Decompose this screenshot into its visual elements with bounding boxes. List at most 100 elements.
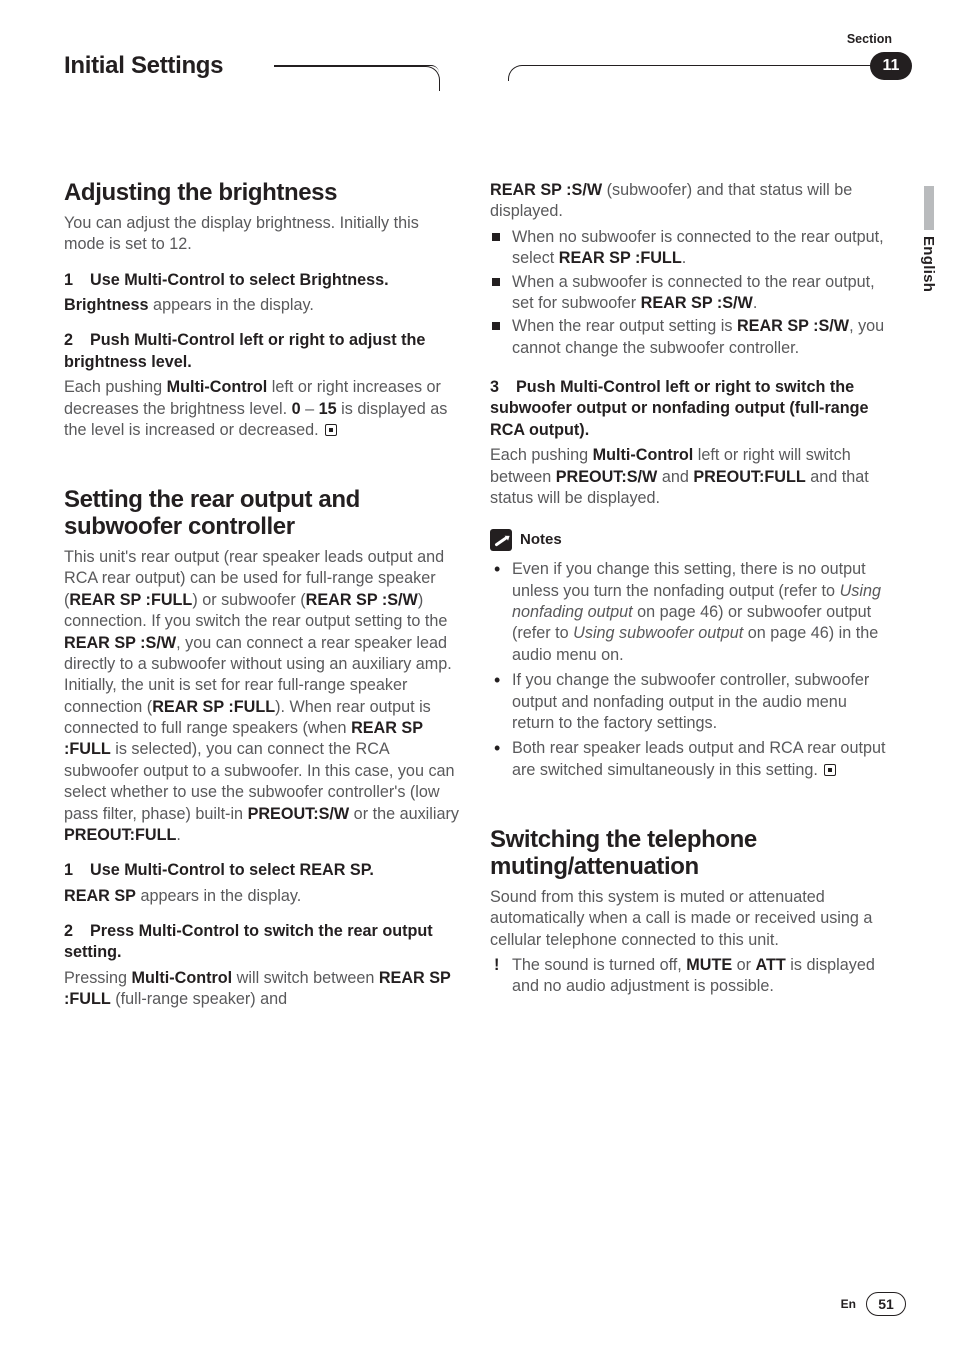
rear-step1-body: REAR SP appears in the display. [64,886,462,907]
content-columns: Adjusting the brightness You can adjust … [64,180,906,1031]
text: appears in the display. [149,296,314,314]
rear-step3-body: Each pushing Multi-Control left or right… [490,445,888,509]
rear-output-paragraph: This unit's rear output (rear speaker le… [64,547,462,846]
language-side-tab: English [920,186,938,292]
heading-telephone: Switching the telephone muting/attenuati… [490,827,888,881]
step-number: 1 [64,860,90,881]
section-number-badge: 11 [870,52,912,80]
side-tab-language: English [920,236,937,292]
term-rear-sp-sw: REAR SP :S/W [306,591,418,609]
text: and [657,468,693,486]
text: Each pushing [490,446,593,464]
section-rear-output: Setting the rear output and subwoofer co… [64,487,462,1010]
term-rear-sp: REAR SP [64,887,136,905]
section-end-icon [824,764,836,776]
term-rear-sp-full: REAR SP :FULL [69,591,192,609]
text: Even if you change this setting, there i… [512,560,866,599]
chapter-title-wrap: Initial Settings [64,52,223,80]
text: appears in the display. [136,887,301,905]
step-title: Use Multi-Control to select REAR SP. [90,861,374,879]
list-item: When a subwoofer is connected to the rea… [490,272,888,315]
brightness-step1-head: 1Use Multi-Control to select Brightness. [64,270,462,291]
notes-list: Even if you change this setting, there i… [490,559,888,781]
term-rear-sp-full: REAR SP :FULL [152,698,275,716]
term-rear-sp-sw: REAR SP :S/W [737,317,849,335]
step-title: Push Multi-Control left or right to swit… [490,378,869,439]
step-number: 2 [64,330,90,351]
heading-brightness: Adjusting the brightness [64,180,462,207]
value-min: 0 [292,400,301,418]
left-column: Adjusting the brightness You can adjust … [64,180,462,1031]
brightness-step1-body: Brightness appears in the display. [64,295,462,316]
term-rear-sp-sw: REAR SP :S/W [64,634,176,652]
term-rear-sp-sw: REAR SP :S/W [490,181,602,199]
term-rear-sp-sw: REAR SP :S/W [641,294,753,312]
text: The sound is turned off, [512,956,686,974]
section-brightness: Adjusting the brightness You can adjust … [64,180,462,441]
term-preout-full: PREOUT:FULL [64,826,176,844]
text: Each pushing [64,378,167,396]
notes-heading: Notes [490,529,888,551]
section-telephone: Switching the telephone muting/attenuati… [490,827,888,998]
term-rear-sp-full: REAR SP :FULL [559,249,682,267]
text: or [732,956,755,974]
footer-page-number: 51 [866,1292,906,1316]
rear-step2-continued: REAR SP :S/W (subwoofer) and that status… [490,180,888,223]
text: . [682,249,687,267]
text: – [301,400,319,418]
term-brightness: Brightness [64,296,149,314]
text: (full-range speaker) and [111,990,287,1008]
term-mute: MUTE [686,956,732,974]
notes-icon [490,529,512,551]
text: will switch between [232,969,379,987]
list-item: The sound is turned off, MUTE or ATT is … [490,955,888,998]
chapter-title: Initial Settings [64,52,223,80]
section-end-icon [325,424,337,436]
list-item: When the rear output setting is REAR SP … [490,316,888,359]
step-title: Use Multi-Control to select Brightness. [90,271,389,289]
term-multi-control: Multi-Control [131,969,232,987]
step-number: 1 [64,270,90,291]
brightness-step2-head: 2Push Multi-Control left or right to adj… [64,330,462,373]
term-preout-sw: PREOUT:S/W [556,468,658,486]
rear-step1-head: 1Use Multi-Control to select REAR SP. [64,860,462,881]
brightness-step2-body: Each pushing Multi-Control left or right… [64,377,462,441]
text: When the rear output setting is [512,317,737,335]
header-rule-right [508,65,898,81]
list-item: When no subwoofer is connected to the re… [490,227,888,270]
text: If you change the subwoofer controller, … [512,671,869,732]
rear-step2-body: Pressing Multi-Control will switch betwe… [64,968,462,1011]
step-title: Press Multi-Control to switch the rear o… [64,922,433,961]
step-number: 3 [490,377,516,398]
term-preout-sw: PREOUT:S/W [248,805,350,823]
rear-setting-bullets: When no subwoofer is connected to the re… [490,227,888,359]
telephone-intro: Sound from this system is muted or atten… [490,887,888,951]
side-tab-bar [924,186,934,230]
notes-label: Notes [520,530,562,550]
section-label: Section [847,32,892,46]
header-rule-left [274,65,439,81]
footer-lang: En [841,1297,856,1311]
list-item: If you change the subwoofer controller, … [490,670,888,734]
value-max: 15 [319,400,337,418]
page-footer: En 51 [841,1292,906,1316]
text: Pressing [64,969,131,987]
right-column: REAR SP :S/W (subwoofer) and that status… [490,180,888,1031]
rear-step3-head: 3Push Multi-Control left or right to swi… [490,377,888,441]
term-multi-control: Multi-Control [593,446,694,464]
term-preout-full: PREOUT:FULL [693,468,805,486]
text: ) or subwoofer ( [192,591,305,609]
text: . [176,826,181,844]
brightness-intro: You can adjust the display brightness. I… [64,213,462,256]
step-number: 2 [64,921,90,942]
rear-step2-head: 2Press Multi-Control to switch the rear … [64,921,462,964]
step-title: Push Multi-Control left or right to adju… [64,331,425,370]
list-item: Both rear speaker leads output and RCA r… [490,738,888,781]
ref-subwoofer: Using subwoofer output [573,624,743,642]
text: or the auxiliary [349,805,459,823]
list-item: Even if you change this setting, there i… [490,559,888,666]
term-att: ATT [756,956,786,974]
telephone-bullets: The sound is turned off, MUTE or ATT is … [490,955,888,998]
text: . [753,294,758,312]
page-header: Section Initial Settings 11 [64,50,906,92]
